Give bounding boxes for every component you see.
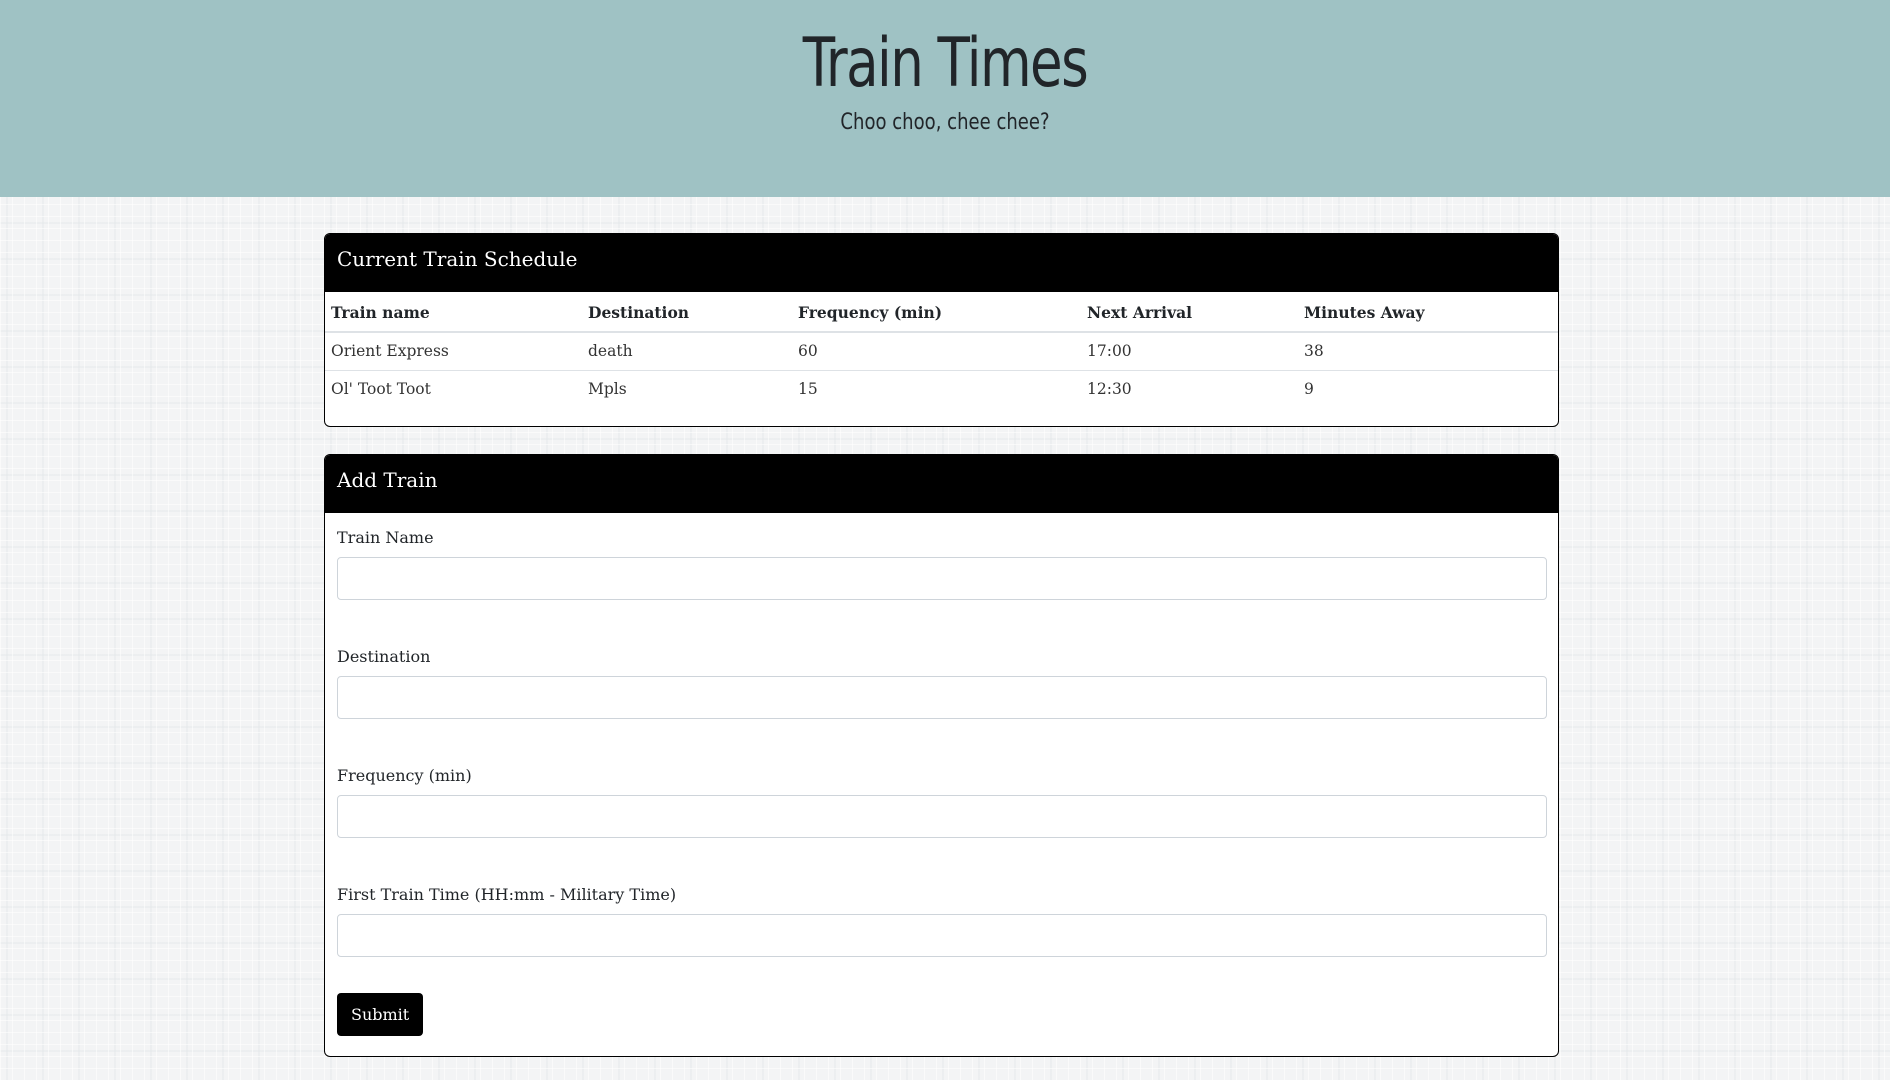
cell-minutes-away: 38 [1304,342,1324,361]
form-group-destination: Destination [337,646,1547,751]
table-row: Orient Express death 60 17:00 38 [325,332,1558,370]
schedule-card: Current Train Schedule Train name Destin… [324,233,1559,427]
frequency-label: Frequency (min) [337,766,472,785]
train-name-input[interactable] [337,557,1547,600]
train-name-label: Train Name [337,528,434,547]
add-train-card-header: Add Train [325,455,1558,513]
column-header-train-name: Train name [325,292,582,333]
column-header-next-arrival: Next Arrival [1081,292,1298,333]
add-train-form: Train Name Destination Frequency (min) F… [325,527,1558,1036]
submit-button[interactable]: Submit [337,993,424,1036]
column-header-frequency: Frequency (min) [792,292,1081,333]
form-group-frequency: Frequency (min) [337,765,1547,870]
cell-destination: Mpls [582,369,792,408]
table-row: Ol' Toot Toot Mpls 15 12:30 9 [325,369,1558,408]
column-header-destination: Destination [582,292,792,333]
page-subtitle: Choo choo, chee chee? [840,110,1050,135]
cell-train-name: Ol' Toot Toot [325,369,582,408]
first-train-time-label: First Train Time (HH:mm - Military Time) [337,885,677,904]
first-train-time-input[interactable] [337,914,1547,957]
frequency-input[interactable] [337,795,1547,838]
cell-destination: death [588,342,633,361]
add-train-card: Add Train Train Name Destination Frequen… [324,454,1559,1057]
destination-label: Destination [337,647,431,666]
table-header-row: Train name Destination Frequency (min) N… [325,292,1558,333]
form-group-first-train-time: First Train Time (HH:mm - Military Time) [337,884,1547,989]
schedule-card-header: Current Train Schedule [325,234,1558,292]
cell-next-arrival: 17:00 [1087,342,1132,361]
page-title: Train Times [802,24,1089,103]
cell-frequency: 15 [792,369,1081,408]
cell-train-name: Orient Express [331,342,449,361]
cell-frequency: 60 [798,342,818,361]
schedule-table: Train name Destination Frequency (min) N… [325,292,1558,408]
cell-next-arrival: 12:30 [1081,369,1298,408]
page-header: Train Times Choo choo, chee chee? [0,0,1890,197]
cell-minutes-away: 9 [1298,369,1558,408]
column-header-minutes-away: Minutes Away [1298,292,1558,333]
form-group-train-name: Train Name [337,527,1547,632]
destination-input[interactable] [337,676,1547,719]
